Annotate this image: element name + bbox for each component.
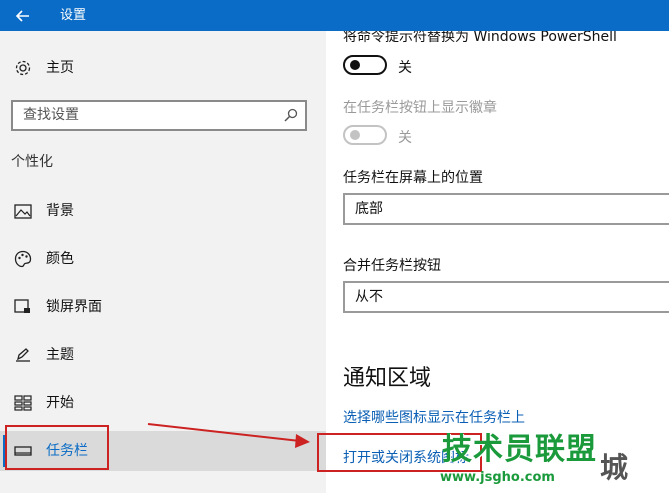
watermark-title: 技术员联盟 xyxy=(442,432,597,467)
watermark-logo: 城 xyxy=(600,451,629,484)
annotation-arrow xyxy=(147,423,310,448)
watermark-url: www.jsgho.com xyxy=(440,470,555,485)
watermark: 技术员联盟 www.jsgho.com 城 xyxy=(440,424,669,493)
